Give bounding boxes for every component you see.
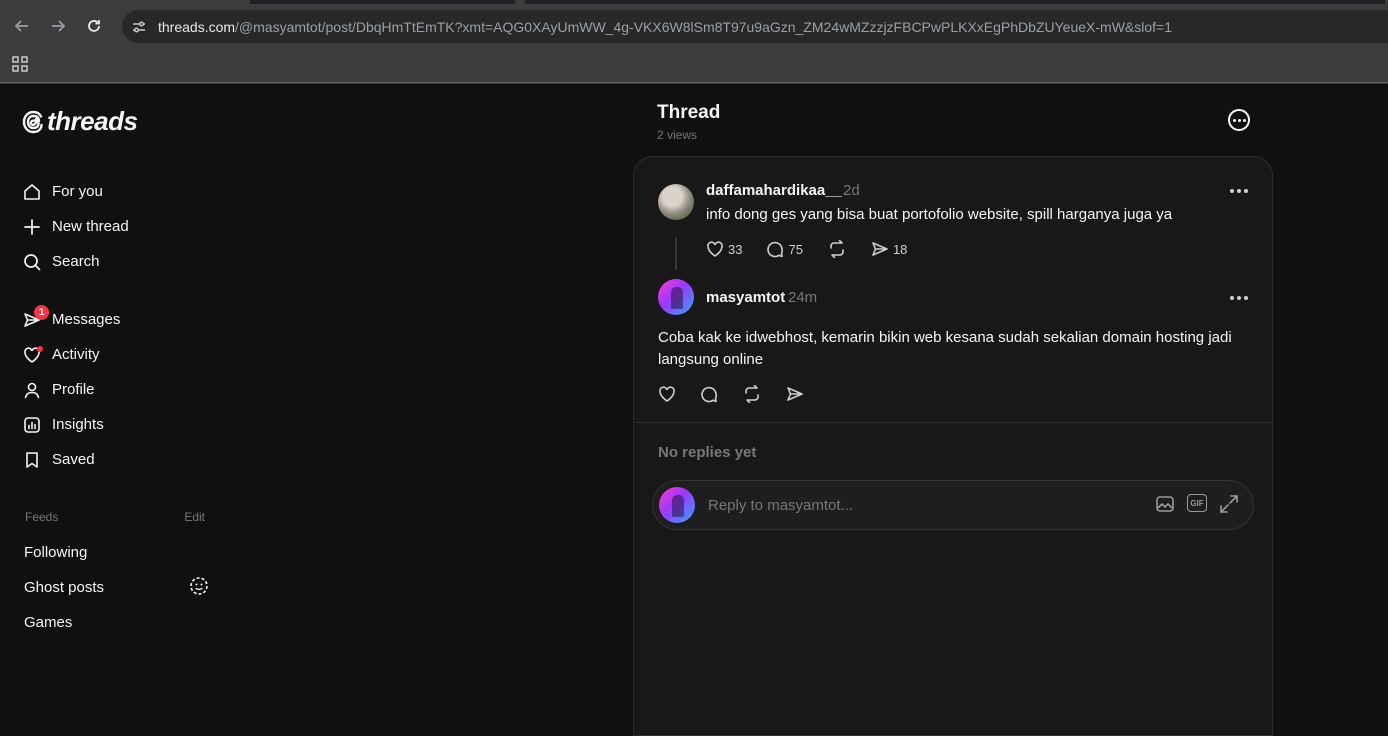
section-divider	[634, 422, 1272, 423]
sidebar-item-label: Messages	[52, 311, 121, 328]
reply-tools: GIF	[1155, 494, 1239, 519]
sidebar-nav: For you New thread Search 1 Messages Act…	[22, 174, 212, 477]
comment-count: 75	[788, 241, 803, 257]
reload-icon[interactable]	[80, 12, 108, 40]
avatar	[659, 487, 695, 523]
share-button[interactable]	[786, 385, 804, 403]
share-count: 18	[892, 241, 908, 257]
sidebar-item-activity[interactable]: Activity	[22, 337, 212, 372]
sidebar-item-for-you[interactable]: For you	[22, 174, 212, 209]
repost-icon	[745, 385, 759, 403]
bookmarks-bar	[0, 48, 1388, 83]
back-arrow-icon[interactable]	[8, 12, 36, 40]
sidebar-item-label: Activity	[52, 346, 100, 363]
sidebar-item-label: New thread	[52, 218, 129, 235]
comment-icon	[701, 386, 717, 403]
sidebar-item-label: Insights	[52, 416, 104, 433]
repost-button[interactable]	[827, 240, 847, 258]
activity-dot	[37, 346, 43, 352]
heart-icon	[659, 386, 675, 402]
thread-options-icon[interactable]	[1228, 109, 1250, 131]
reply-input[interactable]: Reply to masyamtot... GIF	[652, 480, 1254, 530]
forward-arrow-icon[interactable]	[44, 12, 72, 40]
comment-icon	[767, 241, 784, 258]
like-count: 33	[728, 241, 743, 257]
avatar[interactable]	[658, 279, 694, 315]
no-replies-text: No replies yet	[658, 444, 757, 461]
send-icon	[872, 242, 888, 256]
reply-timestamp: 24m	[788, 289, 818, 306]
ghost-icon[interactable]	[189, 576, 209, 600]
insights-chart-icon	[22, 415, 42, 435]
reply-more-icon[interactable]	[1230, 296, 1248, 300]
search-icon	[22, 252, 42, 272]
sidebar-item-saved[interactable]: Saved	[22, 442, 212, 477]
person-icon	[22, 380, 42, 400]
image-icon[interactable]	[1155, 494, 1175, 519]
gif-icon[interactable]: GIF	[1187, 494, 1207, 512]
home-icon	[22, 182, 42, 202]
threads-logo[interactable]: threads	[22, 106, 138, 137]
threads-page: threads For you New thread Search 1 Mess…	[0, 84, 1388, 736]
bookmark-icon	[22, 450, 42, 470]
send-icon	[787, 387, 803, 401]
sidebar-item-label: Search	[52, 253, 100, 270]
threads-logo-text: threads	[47, 106, 138, 136]
share-button[interactable]: 18	[871, 240, 907, 258]
heart-icon	[707, 241, 723, 257]
reply-text: Coba kak ke idwebhost, kemarin bikin web…	[658, 329, 1232, 368]
feed-item-ghost-posts[interactable]: Ghost posts	[24, 570, 209, 605]
post-text: info dong ges yang bisa buat portofolio …	[706, 206, 1173, 223]
apps-grid-icon[interactable]	[12, 56, 28, 72]
sidebar-item-insights[interactable]: Insights	[22, 407, 212, 442]
url-text: threads.com/@masyamtot/post/DbqHmTtEmTK?…	[158, 18, 1172, 35]
feed-item-following[interactable]: Following	[24, 535, 209, 570]
reply-username[interactable]: masyamtot	[706, 289, 785, 306]
thread-connector-line	[675, 238, 677, 270]
sidebar-item-label: Saved	[52, 451, 95, 468]
sidebar-item-label: Profile	[52, 381, 95, 398]
plus-icon	[22, 217, 42, 237]
reply-actions	[658, 385, 828, 403]
post-actions: 33 75 18	[706, 240, 931, 258]
avatar[interactable]	[658, 184, 694, 220]
sidebar-item-label: For you	[52, 183, 103, 200]
sidebar-item-new-thread[interactable]: New thread	[22, 209, 212, 244]
threads-logo-icon	[22, 110, 43, 133]
comment-button[interactable]	[700, 385, 718, 403]
browser-toolbar: threads.com/@masyamtot/post/DbqHmTtEmTK?…	[0, 4, 1388, 48]
site-settings-icon[interactable]	[130, 18, 148, 36]
feed-item-games[interactable]: Games	[24, 605, 209, 640]
page-title: Thread	[657, 102, 721, 123]
repost-button[interactable]	[742, 385, 762, 403]
feeds-list: Following Ghost posts Games	[24, 535, 209, 640]
messages-badge: 1	[34, 305, 49, 320]
feeds-edit-link[interactable]: Edit	[184, 510, 205, 524]
feeds-heading: Feeds	[25, 510, 59, 524]
like-button[interactable]	[658, 385, 676, 403]
reply-placeholder: Reply to masyamtot...	[708, 497, 854, 514]
comment-button[interactable]: 75	[766, 240, 803, 258]
view-count: 2 views	[657, 128, 698, 142]
sidebar-item-search[interactable]: Search	[22, 244, 212, 279]
expand-icon[interactable]	[1219, 494, 1239, 519]
feeds-header: Feeds Edit	[25, 510, 205, 524]
post-username[interactable]: daffamahardikaa__	[706, 182, 842, 199]
browser-chrome: threads.com/@masyamtot/post/DbqHmTtEmTK?…	[0, 0, 1388, 84]
like-button[interactable]: 33	[706, 240, 742, 258]
post-more-icon[interactable]	[1230, 189, 1248, 193]
repost-icon	[830, 240, 844, 258]
sidebar-item-messages[interactable]: 1 Messages	[22, 302, 212, 337]
sidebar-item-profile[interactable]: Profile	[22, 372, 212, 407]
post-timestamp: 2d	[843, 182, 860, 199]
address-bar[interactable]: threads.com/@masyamtot/post/DbqHmTtEmTK?…	[122, 10, 1388, 43]
